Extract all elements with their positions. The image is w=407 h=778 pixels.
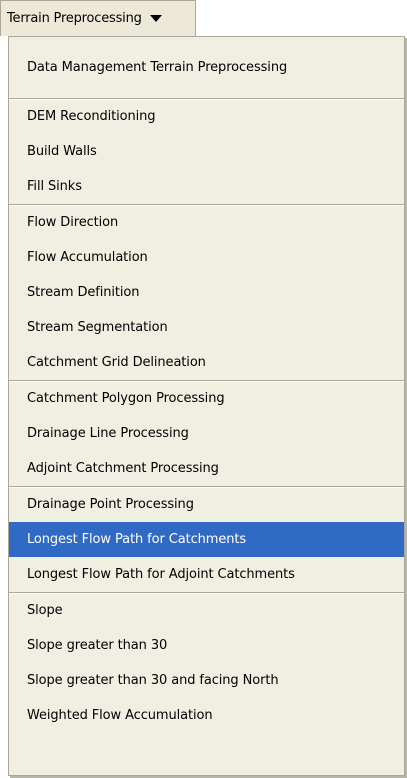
menu-item-build-walls[interactable]: Build Walls (9, 134, 404, 169)
menu-item-catchment-grid-delineation[interactable]: Catchment Grid Delineation (9, 345, 404, 380)
menu-item-slope-greater-than-30-facing-north[interactable]: Slope greater than 30 and facing North (9, 663, 404, 698)
menu-item-stream-definition[interactable]: Stream Definition (9, 275, 404, 310)
menu-item-longest-flow-path-adjoint-catchments[interactable]: Longest Flow Path for Adjoint Catchments (9, 557, 404, 592)
menu-group-dem: DEM Reconditioning Build Walls Fill Sink… (9, 99, 404, 205)
menu-group-data-management: Data Management Terrain Preprocessing (9, 37, 404, 99)
menu-item-fill-sinks[interactable]: Fill Sinks (9, 169, 404, 204)
menu-item-adjoint-catchment-processing[interactable]: Adjoint Catchment Processing (9, 451, 404, 486)
menu-group-drainage-point: Drainage Point Processing Longest Flow P… (9, 487, 404, 593)
menu-item-flow-accumulation[interactable]: Flow Accumulation (9, 240, 404, 275)
menu-group-flow: Flow Direction Flow Accumulation Stream … (9, 205, 404, 381)
menu-item-slope-greater-than-30[interactable]: Slope greater than 30 (9, 628, 404, 663)
menu-item-longest-flow-path-catchments[interactable]: Longest Flow Path for Catchments (9, 522, 404, 557)
menu-item-stream-segmentation[interactable]: Stream Segmentation (9, 310, 404, 345)
menu-item-weighted-flow-accumulation[interactable]: Weighted Flow Accumulation (9, 698, 404, 733)
menu-item-flow-direction[interactable]: Flow Direction (9, 205, 404, 240)
menu-title-label: Terrain Preprocessing (7, 11, 142, 26)
menu-item-drainage-line-processing[interactable]: Drainage Line Processing (9, 416, 404, 451)
menu-item-data-management-terrain-preprocessing[interactable]: Data Management Terrain Preprocessing (9, 37, 404, 98)
menu-item-drainage-point-processing[interactable]: Drainage Point Processing (9, 487, 404, 522)
menu-item-catchment-polygon-processing[interactable]: Catchment Polygon Processing (9, 381, 404, 416)
dropdown-arrow-icon (149, 15, 162, 22)
menu-group-catchment: Catchment Polygon Processing Drainage Li… (9, 381, 404, 487)
menu-item-slope[interactable]: Slope (9, 593, 404, 628)
terrain-preprocessing-dropdown: Data Management Terrain Preprocessing DE… (8, 36, 405, 776)
menu-item-dem-reconditioning[interactable]: DEM Reconditioning (9, 99, 404, 134)
menu-bar: Terrain Preprocessing (0, 0, 407, 36)
terrain-preprocessing-menu-button[interactable]: Terrain Preprocessing (0, 0, 196, 36)
menu-group-slope: Slope Slope greater than 30 Slope greate… (9, 593, 404, 733)
